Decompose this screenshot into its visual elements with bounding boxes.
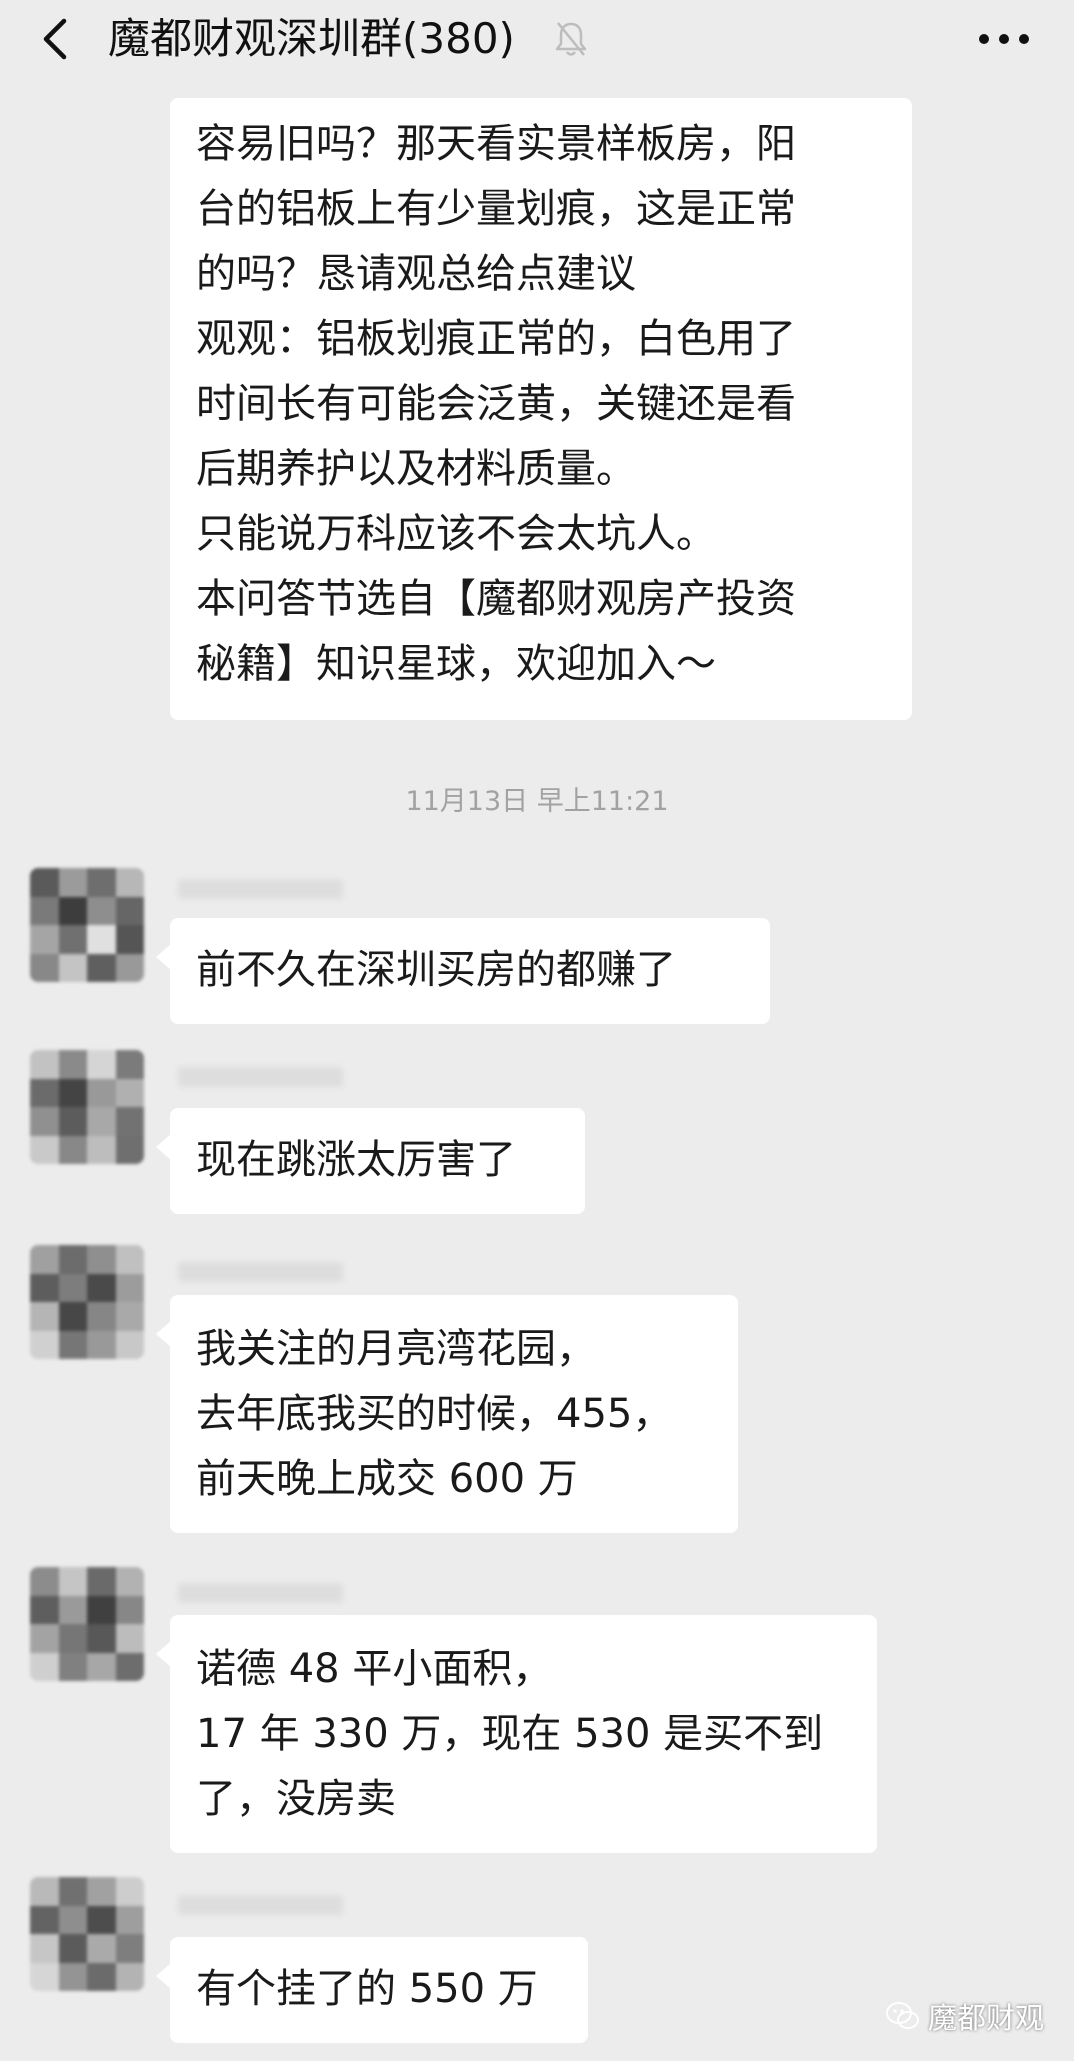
bubble-tail — [156, 1641, 171, 1667]
message-line: 诺德 48 平小面积， — [196, 1646, 553, 1692]
sender-nickname — [178, 1262, 343, 1282]
bubble-tail — [156, 1134, 171, 1160]
avatar[interactable] — [30, 1567, 144, 1681]
message-line: 17 年 330 万，现在 530 是买不到 — [196, 1711, 824, 1757]
bubble-tail — [156, 1963, 171, 1989]
message-line: 了，没房卖 — [196, 1776, 396, 1822]
avatar[interactable] — [30, 1050, 144, 1164]
message-bubble[interactable]: 有个挂了的 550 万 — [156, 1937, 588, 2043]
message-bubble[interactable]: 现在跳涨太厉害了 — [156, 1108, 585, 1214]
more-horizontal-icon — [979, 34, 1029, 44]
more-options-button[interactable] — [978, 22, 1030, 56]
message-line: 容易旧吗？那天看实景样板房，阳 — [196, 121, 796, 167]
chevron-left-icon — [43, 18, 67, 60]
message-line: 去年底我买的时候，455， — [196, 1391, 673, 1437]
message-bubble[interactable]: 诺德 48 平小面积， 17 年 330 万，现在 530 是买不到 了，没房卖 — [156, 1615, 877, 1853]
message-line: 时间长有可能会泛黄，关键还是看 — [196, 381, 796, 427]
watermark-text: 魔都财观 — [927, 2001, 1044, 2035]
sender-nickname — [178, 1895, 343, 1915]
message-bubble[interactable]: 我关注的月亮湾花园， 去年底我买的时候，455， 前天晚上成交 600 万 — [156, 1295, 738, 1533]
message-line: 我关注的月亮湾花园， — [196, 1326, 596, 1372]
sender-nickname — [178, 879, 343, 899]
avatar[interactable] — [30, 1245, 144, 1359]
message-line: 只能说万科应该不会太坑人。 — [196, 511, 716, 557]
bubble-tail — [156, 1321, 171, 1347]
message-line: 前天晚上成交 600 万 — [196, 1456, 578, 1502]
wechat-icon — [885, 2002, 919, 2029]
message-line: 有个挂了的 550 万 — [196, 1966, 538, 2012]
message-line: 观观：铝板划痕正常的，白色用了 — [196, 316, 796, 362]
message-line: 本问答节选自【魔都财观房产投资 — [196, 576, 796, 622]
message-line: 前不久在深圳买房的都赚了 — [196, 947, 676, 993]
bubble-tail — [156, 944, 171, 970]
watermark: 魔都财观 — [885, 1995, 1044, 2037]
avatar[interactable] — [30, 868, 144, 982]
message-bubble[interactable]: 前不久在深圳买房的都赚了 — [156, 918, 770, 1024]
message-bubble-first[interactable]: 容易旧吗？那天看实景样板房，阳 台的铝板上有少量划痕，这是正常 的吗？恳请观总给… — [170, 98, 912, 720]
message-line: 的吗？恳请观总给点建议 — [196, 251, 636, 297]
back-button[interactable] — [30, 14, 80, 64]
message-line: 现在跳涨太厉害了 — [196, 1137, 516, 1183]
chat-title: 魔都财观深圳群(380) — [108, 14, 515, 63]
sender-nickname — [178, 1067, 343, 1087]
bell-off-icon — [555, 22, 587, 56]
message-line: 后期养护以及材料质量。 — [196, 446, 636, 492]
sender-nickname — [178, 1583, 343, 1603]
chat-header: 魔都财观深圳群(380) — [0, 0, 1074, 78]
message-line: 台的铝板上有少量划痕，这是正常 — [196, 186, 796, 232]
chat-timestamp: 11月13日 早上11:21 — [405, 786, 669, 817]
message-line: 秘籍】知识星球，欢迎加入～ — [196, 641, 716, 687]
avatar[interactable] — [30, 1877, 144, 1991]
